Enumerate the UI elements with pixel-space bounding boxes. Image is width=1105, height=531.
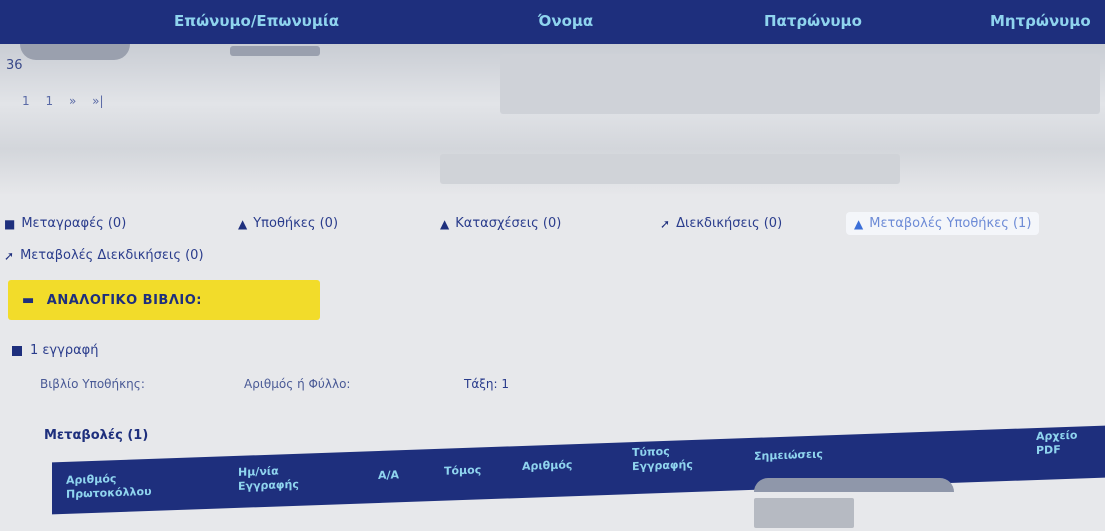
list-icon — [12, 345, 22, 356]
record-row — [0, 44, 1105, 194]
house-icon: ▲ — [440, 216, 450, 231]
tab-label: Κατασχέσεις (0) — [455, 216, 562, 231]
col-protocol-number: Αριθμός Πρωτοκόλλου — [66, 472, 152, 501]
pager-next[interactable]: » — [69, 94, 76, 108]
tab-claims[interactable]: ➚ Διεκδικήσεις (0) — [660, 216, 782, 231]
analog-book-button[interactable]: ▬ ΑΝΑΛΟΓΙΚΟ ΒΙΒΛΙΟ: — [8, 280, 320, 320]
pagination: 1 1 » »| — [22, 94, 116, 108]
tab-mortgage-changes[interactable]: ▲ Μεταβολές Υποθήκες (1) — [846, 212, 1040, 235]
record-id: 36 — [6, 58, 23, 73]
tab-label: Μεταβολές Υποθήκες (1) — [869, 216, 1032, 231]
redacted-note — [754, 498, 854, 528]
entry-count: 1 εγγραφή — [12, 343, 98, 358]
redacted-value — [440, 154, 900, 184]
tab-claim-changes[interactable]: ➚ Μεταβολές Διεκδικήσεις (0) — [4, 248, 204, 263]
col-registration-date: Ημ/νία Εγγραφής — [238, 464, 299, 493]
redacted-value — [230, 46, 320, 56]
col-notes: Σημειώσεις — [754, 447, 823, 463]
house-icon: ■ — [4, 216, 16, 231]
tab-mortgages[interactable]: ▲ Υποθήκες (0) — [238, 216, 338, 231]
col-number: Αριθμός — [522, 458, 573, 473]
house-icon: ▲ — [238, 216, 248, 231]
pager-current[interactable]: 1 — [45, 94, 53, 108]
tab-transcriptions[interactable]: ■ Μεταγραφές (0) — [4, 216, 126, 231]
col-volume: Τόμος — [444, 463, 482, 478]
redacted-value — [500, 54, 1100, 114]
mortgage-book-label: Βιβλίο Υποθήκης: — [40, 377, 145, 391]
column-mother-name[interactable]: Μητρώνυμο — [990, 12, 1091, 30]
tab-label: Διεκδικήσεις (0) — [676, 216, 783, 231]
tab-label: Υποθήκες (0) — [253, 216, 339, 231]
gavel-icon: ➚ — [660, 216, 671, 231]
col-pdf-file: Αρχείο PDF — [1036, 428, 1078, 458]
redacted-value — [20, 44, 130, 60]
analog-book-label: ΑΝΑΛΟΓΙΚΟ ΒΙΒΛΙΟ: — [46, 292, 202, 308]
tab-label: Μεταγραφές (0) — [21, 216, 127, 231]
col-serial: Α/Α — [378, 468, 400, 483]
book-icon: ▬ — [22, 292, 35, 308]
column-name[interactable]: Όνομα — [538, 12, 593, 30]
house-icon: ▲ — [854, 216, 864, 231]
changes-title: Μεταβολές (1) — [44, 428, 149, 443]
sheet-number-label: Αριθμός ή Φύλλο: — [244, 377, 351, 391]
col-entry-type: Τύπος Εγγραφής — [632, 444, 693, 474]
tab-seizures[interactable]: ▲ Κατασχέσεις (0) — [440, 216, 561, 231]
column-surname[interactable]: Επώνυμο/Επωνυμία — [174, 12, 339, 30]
order-label: Τάξη: 1 — [464, 377, 510, 391]
pager-last[interactable]: »| — [92, 94, 103, 108]
gavel-icon: ➚ — [4, 248, 15, 263]
column-father-name[interactable]: Πατρώνυμο — [764, 12, 862, 30]
pager-first[interactable]: 1 — [22, 94, 30, 108]
tab-label: Μεταβολές Διεκδικήσεις (0) — [20, 248, 204, 263]
redacted-note — [754, 478, 954, 492]
entry-title: 1 εγγραφή — [30, 343, 99, 358]
results-table-header: Επώνυμο/Επωνυμία Όνομα Πατρώνυμο Μητρώνυ… — [0, 0, 1105, 44]
